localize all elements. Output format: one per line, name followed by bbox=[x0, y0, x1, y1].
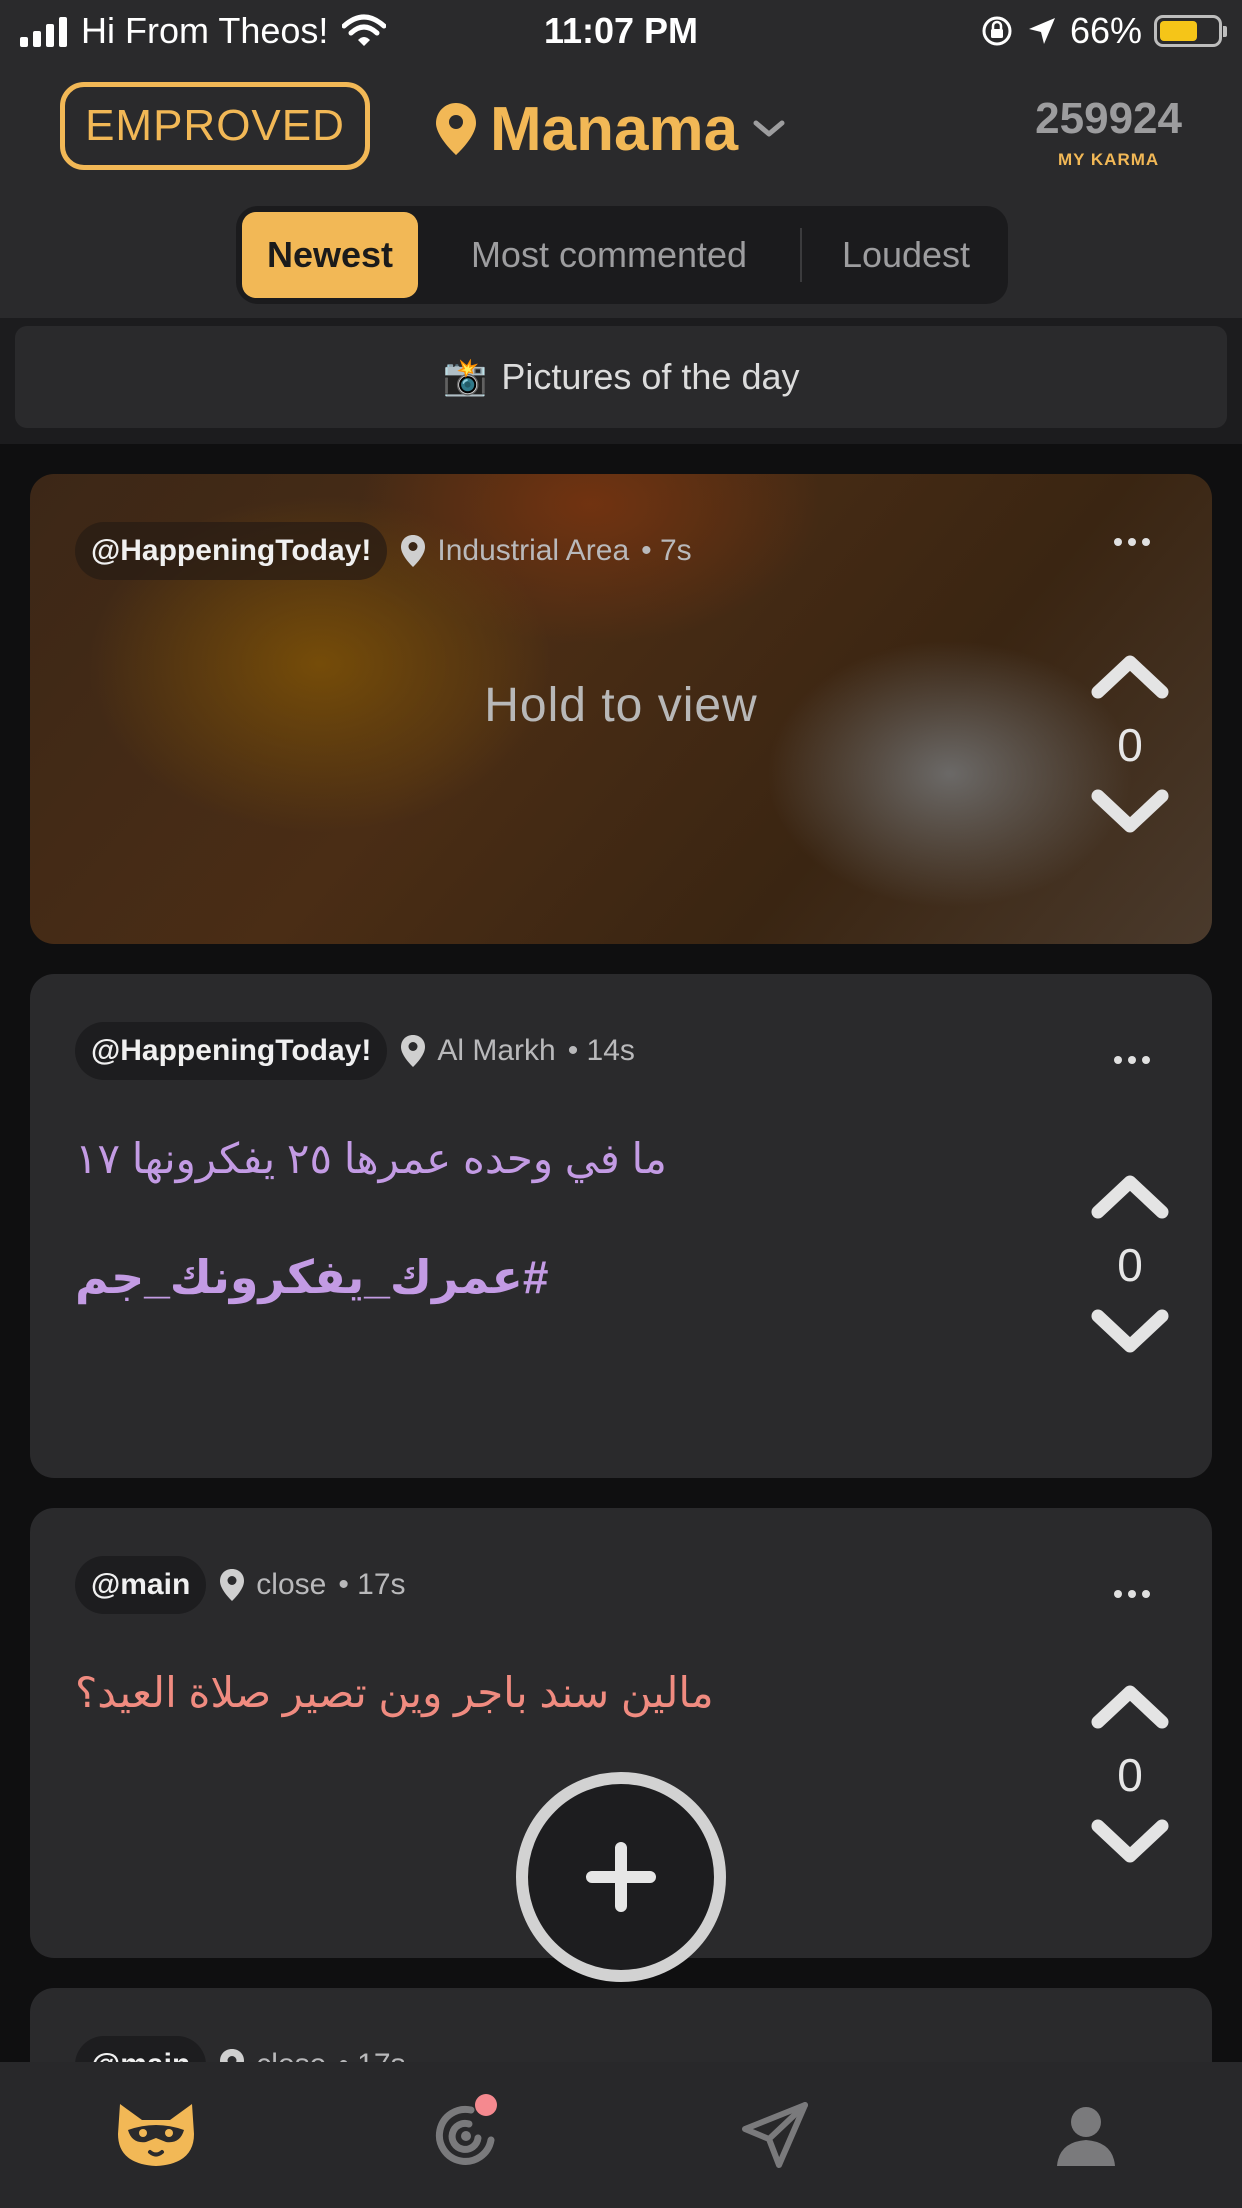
vote-count: 0 bbox=[1117, 1239, 1143, 1291]
feed-header: EMPROVED Manama 259924 MY KARMA bbox=[0, 80, 1242, 180]
vote-count: 0 bbox=[1117, 719, 1143, 771]
hold-to-view-label[interactable]: Hold to view bbox=[30, 678, 1212, 733]
more-options-icon[interactable] bbox=[1114, 1056, 1150, 1064]
notification-dot bbox=[475, 2094, 497, 2116]
location-arrow-icon bbox=[1028, 18, 1055, 44]
tab-channels[interactable] bbox=[421, 2090, 511, 2180]
post-hashtag[interactable]: #عمرك_يفكرونك_جم bbox=[75, 1250, 548, 1304]
karma-display[interactable]: 259924 MY KARMA bbox=[1035, 94, 1182, 170]
compose-post-button[interactable] bbox=[516, 1772, 726, 1982]
pictures-of-the-day-button[interactable]: 📸 Pictures of the day bbox=[15, 326, 1227, 428]
tab-feed[interactable] bbox=[111, 2090, 201, 2180]
vote-control: 0 bbox=[1090, 1170, 1170, 1358]
post-handle[interactable]: @main bbox=[75, 1556, 207, 1614]
post-meta: @HappeningToday! Industrial Area • 7s bbox=[75, 522, 692, 580]
location-pin-icon bbox=[401, 535, 426, 567]
location-pin-icon bbox=[401, 1035, 426, 1067]
karma-label: MY KARMA bbox=[1057, 150, 1160, 169]
vote-control: 0 bbox=[1090, 1680, 1170, 1868]
karma-value: 259924 bbox=[1035, 94, 1182, 143]
sort-segmented-control: Newest Most commented Loudest bbox=[236, 206, 1008, 304]
upvote-icon[interactable] bbox=[1090, 1680, 1170, 1730]
location-pin-icon bbox=[436, 103, 476, 155]
post-location-name: Industrial Area bbox=[437, 534, 630, 567]
post-meta: @HappeningToday! Al Markh • 14s bbox=[75, 1022, 635, 1080]
battery-percent: 66% bbox=[1069, 10, 1142, 51]
paper-plane-icon bbox=[742, 2102, 808, 2168]
downvote-icon[interactable] bbox=[1090, 1308, 1170, 1358]
post-location-name: Al Markh bbox=[437, 1034, 556, 1067]
plus-icon bbox=[586, 1842, 656, 1912]
post-handle[interactable]: @HappeningToday! bbox=[75, 522, 388, 580]
camera-flash-icon: 📸 bbox=[442, 356, 488, 397]
post-age: • 14s bbox=[567, 1034, 635, 1067]
pictures-of-the-day-label: Pictures of the day bbox=[501, 356, 800, 397]
tab-loudest[interactable]: Loudest bbox=[816, 212, 996, 298]
more-options-icon[interactable] bbox=[1114, 1590, 1150, 1598]
downvote-icon[interactable] bbox=[1090, 1818, 1170, 1868]
post-location: close • 17s bbox=[220, 1568, 406, 1602]
location-pin-icon bbox=[220, 1569, 245, 1601]
status-right: 66% bbox=[980, 10, 1227, 52]
post-meta: @main close • 17s bbox=[75, 1556, 406, 1614]
post-location: Industrial Area • 7s bbox=[401, 534, 692, 568]
post-card-image[interactable]: @HappeningToday! Industrial Area • 7s Ho… bbox=[30, 474, 1212, 944]
downvote-icon[interactable] bbox=[1090, 788, 1170, 838]
profile-icon bbox=[1057, 2107, 1115, 2166]
post-age: • 17s bbox=[338, 1568, 406, 1601]
post-card[interactable]: @HappeningToday! Al Markh • 14s ما في وح… bbox=[30, 974, 1212, 1478]
post-location-name: close bbox=[256, 1568, 327, 1601]
emproved-button[interactable]: EMPROVED bbox=[60, 82, 370, 170]
battery-fill bbox=[1160, 21, 1197, 41]
vote-count: 0 bbox=[1117, 1749, 1143, 1801]
tab-most-commented[interactable]: Most commented bbox=[432, 212, 786, 298]
post-age: • 7s bbox=[641, 534, 692, 567]
upvote-icon[interactable] bbox=[1090, 650, 1170, 700]
orientation-lock-icon bbox=[982, 16, 1012, 46]
vote-control: 0 bbox=[1090, 650, 1170, 838]
post-location: Al Markh • 14s bbox=[401, 1034, 635, 1068]
tab-messages[interactable] bbox=[730, 2090, 820, 2180]
segment-divider bbox=[800, 228, 802, 282]
post-text: ما في وحده عمرها ٢٥ يفكرونها ١٧ bbox=[75, 1135, 667, 1182]
post-handle[interactable]: @HappeningToday! bbox=[75, 1022, 388, 1080]
tab-profile[interactable] bbox=[1041, 2090, 1131, 2180]
upvote-icon[interactable] bbox=[1090, 1170, 1170, 1220]
status-bar: Hi From Theos! 11:07 PM 66% bbox=[0, 0, 1242, 62]
more-options-icon[interactable] bbox=[1114, 538, 1150, 546]
bottom-tab-bar bbox=[0, 2062, 1242, 2208]
tab-newest[interactable]: Newest bbox=[242, 212, 418, 298]
post-text: مالين سند باجر وين تصير صلاة العيد؟ bbox=[75, 1669, 714, 1716]
city-name: Manama bbox=[490, 94, 739, 164]
battery-icon bbox=[1154, 15, 1227, 47]
city-selector[interactable]: Manama bbox=[436, 84, 786, 174]
top-header: Hi From Theos! 11:07 PM 66% EMPROVED Man… bbox=[0, 0, 1242, 318]
chevron-down-icon bbox=[753, 120, 785, 137]
fox-mascot-icon bbox=[118, 2104, 194, 2166]
